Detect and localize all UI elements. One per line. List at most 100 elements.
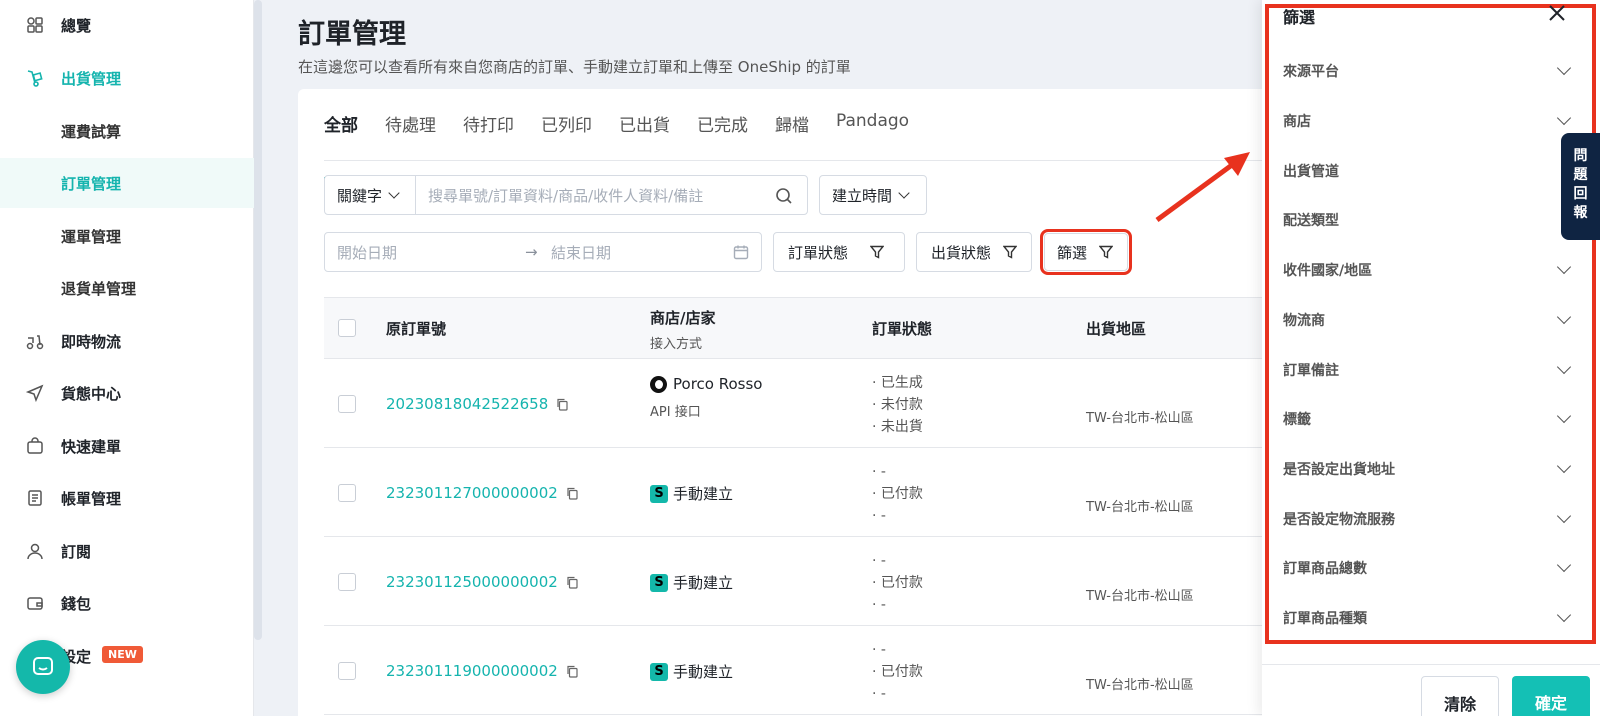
sidebar-scrollbar[interactable] xyxy=(254,0,262,640)
filter-order-note[interactable]: 訂單備註 xyxy=(1283,350,1575,390)
sidebar-item-order-management[interactable]: 訂單管理 xyxy=(0,158,254,208)
filter-shipping-channel[interactable]: 出貨管道 xyxy=(1283,151,1575,191)
order-number-link[interactable]: 232301127000000002 xyxy=(386,484,558,502)
row-checkbox[interactable] xyxy=(338,662,356,680)
search-placeholder: 搜尋單號/訂單資料/商品/收件人資料/備註 xyxy=(428,186,704,205)
sidebar-item-tracking-center[interactable]: 貨態中心 xyxy=(0,368,254,418)
filter-source-platform[interactable]: 來源平台 xyxy=(1283,51,1575,91)
filter-button[interactable]: 篩選 xyxy=(1040,229,1132,275)
arrow-right-icon: → xyxy=(525,243,538,261)
sidebar-item-shipping[interactable]: 出貨管理 xyxy=(0,53,254,103)
filter-delivery-type[interactable]: 配送類型 xyxy=(1283,200,1575,240)
status-line: · 已付款 xyxy=(872,575,923,591)
order-number-link[interactable]: 232301125000000002 xyxy=(386,573,558,591)
document-icon xyxy=(28,490,42,506)
sidebar-item-label: 帳單管理 xyxy=(61,489,122,508)
start-date-input[interactable]: 開始日期 xyxy=(337,242,397,263)
confirm-button[interactable]: 確定 xyxy=(1512,676,1590,716)
shipping-region: TW-台北市-松山區 xyxy=(1086,500,1194,515)
sidebar-item-quick-order[interactable]: 快速建單 xyxy=(0,421,254,471)
status-tabs: 全部 待處理 待打印 已列印 已出貨 已完成 歸檔 Pandago xyxy=(324,111,936,180)
status-line: · 已付款 xyxy=(872,664,923,680)
tab-to-print[interactable]: 待打印 xyxy=(463,111,514,151)
chat-icon xyxy=(33,657,53,675)
filter-item-label: 商店 xyxy=(1283,114,1311,130)
sidebar-item-wallet[interactable]: 錢包 xyxy=(0,578,254,628)
sidebar-item-label: 快速建單 xyxy=(61,437,122,456)
store-name: S 手動建立 xyxy=(650,483,733,504)
store-label: 手動建立 xyxy=(673,663,734,681)
status-line: · 已付款 xyxy=(872,486,923,502)
filter-recipient-country[interactable]: 收件國家/地區 xyxy=(1283,250,1575,290)
copy-icon[interactable] xyxy=(556,398,568,411)
table-row: 20230818042522658 Porco Rosso API 接口 · 已… xyxy=(324,359,1288,448)
order-number-link[interactable]: 232301119000000002 xyxy=(386,662,558,680)
sidebar-item-waybill-management[interactable]: 運單管理 xyxy=(0,211,254,261)
help-feedback-tab[interactable]: 問題回報 xyxy=(1561,133,1600,240)
tab-completed[interactable]: 已完成 xyxy=(697,111,748,151)
sidebar-item-billing[interactable]: 帳單管理 xyxy=(0,473,254,523)
tab-pandago[interactable]: Pandago xyxy=(836,111,909,151)
filter-item-label: 出貨管道 xyxy=(1283,164,1339,180)
tab-pending[interactable]: 待處理 xyxy=(385,111,436,151)
dolly-icon xyxy=(27,70,43,87)
filter-tags[interactable]: 標籤 xyxy=(1283,399,1575,439)
search-icon[interactable] xyxy=(775,187,793,205)
column-order-no: 原訂單號 xyxy=(386,320,447,338)
tab-archived[interactable]: 歸檔 xyxy=(775,111,809,151)
row-checkbox[interactable] xyxy=(338,395,356,413)
clear-button[interactable]: 清除 xyxy=(1421,676,1499,716)
filter-item-label: 是否設定物流服務 xyxy=(1283,512,1395,528)
row-checkbox[interactable] xyxy=(338,484,356,502)
chevron-down-icon xyxy=(1556,359,1572,375)
filter-logistics-provider[interactable]: 物流商 xyxy=(1283,300,1575,340)
sidebar-item-subscription[interactable]: 訂閱 xyxy=(0,526,254,576)
filter-item-label: 收件國家/地區 xyxy=(1283,263,1373,279)
status-line: · - xyxy=(872,597,886,613)
date-range-picker[interactable]: 開始日期 → 結束日期 xyxy=(324,232,762,272)
grid-icon xyxy=(27,17,43,33)
sidebar-item-rate-calculator[interactable]: 運費試算 xyxy=(0,106,254,156)
search-input[interactable]: 搜尋單號/訂單資料/商品/收件人資料/備註 xyxy=(415,175,808,215)
created-time-dropdown[interactable]: 建立時間 xyxy=(819,175,927,215)
new-badge: NEW xyxy=(102,646,143,663)
copy-icon[interactable] xyxy=(566,665,578,678)
shop-s-icon: S xyxy=(650,662,668,681)
select-all-checkbox[interactable] xyxy=(338,319,356,337)
sidebar-item-label: 貨態中心 xyxy=(61,384,122,403)
filter-has-logistics-service[interactable]: 是否設定物流服務 xyxy=(1283,499,1575,539)
sidebar-item-return-management[interactable]: 退貨单管理 xyxy=(0,263,254,313)
copy-icon[interactable] xyxy=(566,487,578,500)
order-status-filter[interactable]: 訂單狀態 xyxy=(773,232,905,272)
close-icon[interactable] xyxy=(1546,2,1568,24)
tab-all[interactable]: 全部 xyxy=(324,111,358,180)
sidebar-item-instant-logistics[interactable]: 即時物流 xyxy=(0,316,254,366)
filter-item-label: 標籤 xyxy=(1283,412,1311,428)
end-date-input[interactable]: 結束日期 xyxy=(551,242,611,263)
shipping-status-filter[interactable]: 出貨狀態 xyxy=(916,232,1032,272)
chevron-down-icon xyxy=(1556,458,1572,474)
calendar-icon xyxy=(733,245,749,260)
page-title: 訂單管理 xyxy=(298,19,406,50)
filter-item-label: 配送類型 xyxy=(1283,213,1339,229)
tab-shipped[interactable]: 已出貨 xyxy=(619,111,670,151)
store-label: 手動建立 xyxy=(673,574,734,592)
main-content: 訂單管理 在這邊您可以查看所有來自您商店的訂單、手動建立訂單和上傳至 OneSh… xyxy=(262,0,1288,716)
filter-item-types[interactable]: 訂單商品種類 xyxy=(1283,598,1575,638)
send-icon xyxy=(26,384,44,402)
keyword-dropdown[interactable]: 關鍵字 xyxy=(324,175,416,215)
copy-icon[interactable] xyxy=(566,576,578,589)
row-checkbox[interactable] xyxy=(338,573,356,591)
chat-button[interactable] xyxy=(16,640,70,694)
filter-store[interactable]: 商店 xyxy=(1283,101,1575,141)
filter-panel-title: 篩選 xyxy=(1283,8,1316,27)
filter-item-total[interactable]: 訂單商品總數 xyxy=(1283,548,1575,588)
order-number-link[interactable]: 20230818042522658 xyxy=(386,395,548,413)
sidebar-item-overview[interactable]: 總覽 xyxy=(0,0,254,50)
wallet-icon xyxy=(27,597,43,610)
filter-button-label: 篩選 xyxy=(1057,243,1088,262)
store-name: S 手動建立 xyxy=(650,572,733,593)
filter-has-shipping-address[interactable]: 是否設定出貨地址 xyxy=(1283,449,1575,489)
tab-printed[interactable]: 已列印 xyxy=(541,111,592,151)
chevron-down-icon xyxy=(1556,60,1572,76)
